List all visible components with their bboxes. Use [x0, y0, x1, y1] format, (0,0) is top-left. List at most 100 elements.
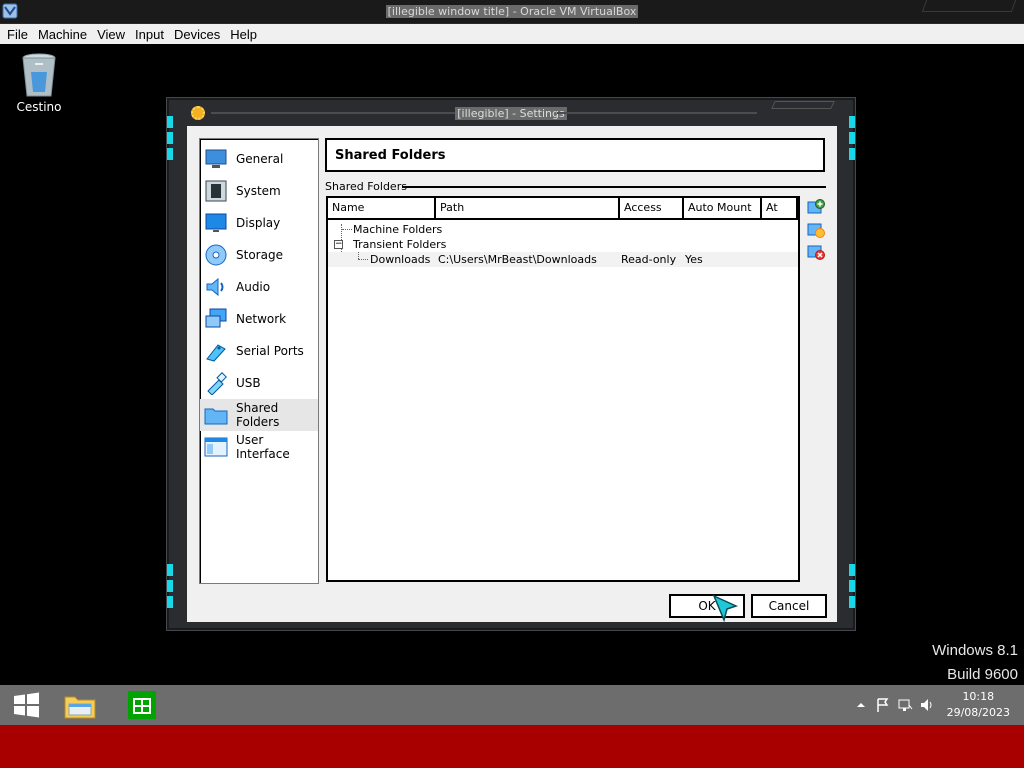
action-center-flag-icon[interactable]: [875, 697, 891, 713]
network-icon: [205, 308, 227, 328]
audio-icon: [206, 277, 224, 297]
sidebar-item-user-interface[interactable]: User Interface: [200, 431, 318, 463]
frame-accent: [167, 116, 173, 128]
title-bar-decoration: [921, 0, 1017, 12]
cell-name: Downloads: [370, 253, 431, 266]
os-watermark-version: Windows 8.1: [932, 642, 1018, 659]
system-tray: 10:18 29/08/2023: [853, 687, 1010, 723]
sidebar-item-label: General: [236, 152, 284, 166]
cell-auto-mount: Yes: [685, 253, 703, 266]
sidebar-item-display[interactable]: Display: [200, 207, 318, 239]
menu-input[interactable]: Input: [130, 27, 169, 42]
page-title: Shared Folders: [325, 138, 825, 172]
network-status-icon[interactable]: [897, 697, 913, 713]
sidebar-item-system[interactable]: System: [200, 175, 318, 207]
tree-connector: [358, 259, 368, 260]
collapse-icon[interactable]: −: [334, 240, 343, 249]
tree-group-label: Machine Folders: [353, 223, 443, 236]
column-header-at[interactable]: At: [762, 198, 798, 218]
system-icon: [205, 180, 227, 202]
tree-connector: [342, 229, 352, 230]
host-window-title: [illegible window title] - Oracle VM Vir…: [385, 5, 639, 18]
recycle-bin-label: Cestino: [16, 100, 62, 114]
shared-folders-table[interactable]: Name Path Access Auto Mount At Machine F…: [326, 196, 800, 582]
column-header-name[interactable]: Name: [328, 198, 436, 218]
sidebar-item-label: Network: [236, 312, 287, 326]
tree-group-label: Transient Folders: [353, 238, 447, 251]
clock-time: 10:18: [962, 690, 995, 703]
frame-accent: [167, 564, 173, 576]
dialog-title-bar[interactable]: [illegible] - Settings: [167, 98, 855, 128]
frame-accent: [849, 580, 855, 592]
menu-view[interactable]: View: [92, 27, 130, 42]
cancel-button[interactable]: Cancel: [751, 594, 827, 618]
menu-help[interactable]: Help: [225, 27, 262, 42]
taskbar: 10:18 29/08/2023: [0, 685, 1024, 725]
sidebar-item-usb[interactable]: USB: [200, 367, 318, 399]
host-title-bar: [illegible window title] - Oracle VM Vir…: [0, 0, 1024, 24]
folder-tree: Machine Folders − Transient Folders Down…: [328, 222, 798, 267]
windows-start-icon[interactable]: [6, 687, 46, 723]
remove-shared-folder-icon[interactable]: [807, 242, 825, 260]
dialog-client-area: General System Display Storage Audio Net…: [187, 126, 837, 622]
sidebar-item-shared-folders[interactable]: Shared Folders: [200, 399, 318, 431]
tree-group-transient-folders[interactable]: − Transient Folders: [328, 237, 798, 252]
dialog-title-decoration: [771, 101, 835, 109]
clock[interactable]: 10:18 29/08/2023: [947, 689, 1010, 721]
volume-icon[interactable]: [919, 697, 935, 713]
bottom-border-strip: [0, 725, 1024, 768]
display-icon: [205, 213, 227, 232]
mouse-cursor-icon: [712, 594, 739, 622]
title-divider: [557, 112, 757, 114]
general-icon: [205, 149, 227, 168]
group-divider: [402, 186, 826, 188]
settings-category-list: General System Display Storage Audio Net…: [199, 138, 319, 584]
show-hidden-icons-icon[interactable]: [853, 697, 869, 713]
recycle-bin[interactable]: Cestino: [14, 52, 64, 114]
storage-icon: [205, 244, 227, 266]
guest-desktop: Cestino [illegible] - Settings General S…: [0, 44, 1024, 685]
group-label: Shared Folders: [325, 180, 413, 193]
serial-ports-icon: [206, 344, 226, 362]
cell-access: Read-only: [621, 253, 677, 266]
clock-date: 29/08/2023: [946, 706, 1010, 719]
sidebar-item-serial-ports[interactable]: Serial Ports: [200, 335, 318, 367]
sidebar-item-audio[interactable]: Audio: [200, 271, 318, 303]
sidebar-item-label: Audio: [236, 280, 271, 294]
tree-group-machine-folders[interactable]: Machine Folders: [328, 222, 798, 237]
frame-accent: [849, 116, 855, 128]
settings-dialog: [illegible] - Settings General System Di…: [166, 97, 856, 631]
column-header-access[interactable]: Access: [620, 198, 684, 218]
column-header-auto-mount[interactable]: Auto Mount: [684, 198, 762, 218]
column-header-path[interactable]: Path: [436, 198, 620, 218]
table-header: Name Path Access Auto Mount At: [328, 198, 798, 220]
frame-accent: [849, 564, 855, 576]
frame-accent: [167, 580, 173, 592]
frame-accent: [849, 148, 855, 160]
sidebar-item-storage[interactable]: Storage: [200, 239, 318, 271]
host-menu-bar: File Machine View Input Devices Help: [0, 24, 1024, 44]
sidebar-item-label: Display: [236, 216, 281, 230]
table-row[interactable]: Downloads C:\Users\MrBeast\Downloads Rea…: [328, 252, 798, 267]
sidebar-item-label: User Interface: [236, 433, 290, 461]
menu-devices[interactable]: Devices: [169, 27, 225, 42]
sidebar-item-label: Shared Folders: [236, 401, 280, 429]
sidebar-item-general[interactable]: General: [200, 143, 318, 175]
sidebar-item-label: System: [236, 184, 281, 198]
add-shared-folder-icon[interactable]: [807, 198, 825, 216]
file-explorer-icon[interactable]: [60, 687, 100, 723]
shared-folders-icon: [204, 408, 228, 425]
store-icon[interactable]: [122, 687, 162, 723]
frame-accent: [167, 132, 173, 144]
os-watermark-build: Build 9600: [947, 666, 1018, 683]
sidebar-item-label: Storage: [236, 248, 283, 262]
sidebar-item-network[interactable]: Network: [200, 303, 318, 335]
cell-path: C:\Users\MrBeast\Downloads: [438, 253, 597, 266]
menu-file[interactable]: File: [2, 27, 33, 42]
menu-machine[interactable]: Machine: [33, 27, 92, 42]
recycle-bin-icon: [22, 53, 56, 97]
frame-accent: [167, 148, 173, 160]
edit-shared-folder-icon[interactable]: [807, 220, 825, 238]
user-interface-icon: [204, 437, 228, 457]
frame-accent: [849, 132, 855, 144]
